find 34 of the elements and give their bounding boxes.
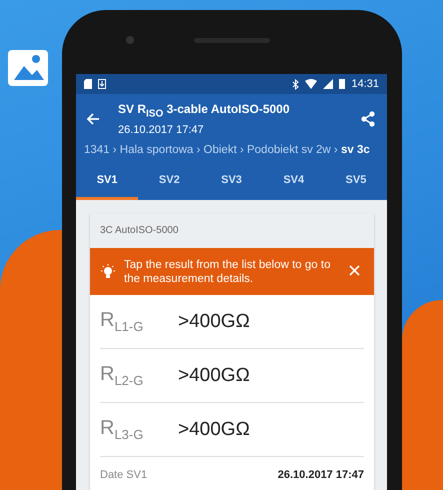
result-value: >400GΩ [178, 418, 250, 440]
screen-title: SV R$_{ISO}$ 3-cable AutoISO-5000 [118, 102, 291, 120]
result-label: R$_{L2-G}$ [100, 363, 144, 388]
tab[interactable]: SV4 [262, 162, 325, 200]
hint-text: Tap the result from the list below to go to the measurement details. [124, 258, 332, 286]
tab[interactable]: SV2 [138, 162, 200, 200]
result-label: R$_{L3-G}$ [100, 417, 144, 442]
camera-icon [126, 36, 134, 44]
result-value: >400GΩ [178, 310, 250, 332]
image-icon [6, 48, 50, 88]
breadcrumb[interactable]: 1341 › Hala sportowa › Obiekt › Podobiekt sv 2w › sv 3c [76, 138, 387, 162]
result-row[interactable]: R$_{L1-G}$ >400GΩ [100, 295, 364, 349]
date-value: 26.10.2017 17:47 [278, 469, 364, 481]
result-label: R$_{L1-G}$ [100, 309, 144, 334]
card-header: 3C AutoISO-5000 [90, 213, 374, 248]
battery-icon [339, 79, 346, 89]
back-arrow-icon[interactable] [86, 113, 100, 125]
bluetooth-icon [292, 78, 300, 90]
download-icon [98, 79, 106, 89]
sim-card-icon [84, 79, 92, 89]
wifi-icon [305, 79, 318, 89]
tab[interactable]: SV3 [200, 162, 263, 200]
tab[interactable]: SV5 [324, 162, 387, 200]
signal-icon [323, 79, 334, 89]
result-row[interactable]: R$_{L2-G}$ >400GΩ [100, 349, 364, 403]
screen-subtitle: 26.10.2017 17:47 [118, 124, 205, 136]
lightbulb-icon [100, 264, 116, 280]
close-icon [349, 264, 360, 276]
date-label: Date SV1 [100, 469, 148, 481]
status-time: 14:31 [351, 78, 379, 90]
share-icon[interactable] [361, 111, 375, 127]
tab[interactable]: SV1 [76, 162, 138, 200]
result-value: >400GΩ [178, 364, 250, 386]
result-row[interactable]: R$_{L3-G}$ >400GΩ [100, 403, 364, 457]
